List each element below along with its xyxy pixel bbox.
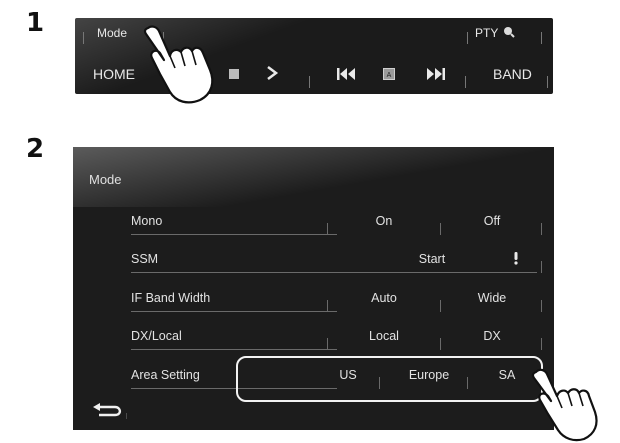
setting-label: IF Band Width: [131, 291, 211, 305]
next-icon[interactable]: [265, 65, 279, 81]
skip-back-icon[interactable]: [337, 68, 355, 80]
back-icon[interactable]: [91, 403, 127, 419]
option-auto[interactable]: Auto: [349, 291, 419, 305]
stop-icon[interactable]: [228, 68, 240, 80]
setting-label: DX/Local: [131, 329, 182, 343]
option-local[interactable]: Local: [349, 329, 419, 343]
area-setting-highlight: [236, 356, 543, 402]
setting-label: Mono: [131, 214, 163, 228]
option-off[interactable]: Off: [457, 214, 527, 228]
home-button[interactable]: HOME: [93, 66, 135, 82]
ssm-start-button[interactable]: Start: [407, 252, 457, 266]
setting-row-mono: Mono On Off: [117, 203, 542, 237]
step-number-2: 2: [26, 134, 45, 164]
search-icon: [504, 27, 516, 38]
page-title: Mode: [89, 172, 122, 187]
setting-label: SSM: [131, 252, 159, 266]
pty-label: PTY: [475, 26, 499, 40]
setting-row-ssm: SSM Start: [117, 241, 542, 275]
option-wide[interactable]: Wide: [457, 291, 527, 305]
info-icon: [514, 252, 518, 265]
skip-forward-icon[interactable]: [427, 68, 445, 80]
option-on[interactable]: On: [349, 214, 419, 228]
pty-search-button[interactable]: PTY: [475, 26, 516, 40]
hand-pointer-icon: [531, 368, 598, 442]
step-number-1: 1: [26, 8, 45, 38]
option-dx[interactable]: DX: [457, 329, 527, 343]
svg-text:A: A: [387, 72, 392, 79]
setting-label: Area Setting: [131, 368, 200, 382]
hand-pointer-icon: [143, 25, 214, 104]
band-button[interactable]: BAND: [493, 66, 532, 82]
setting-row-dx-local: DX/Local Local DX: [117, 318, 542, 352]
mode-button[interactable]: Mode: [97, 26, 127, 40]
text-icon[interactable]: A: [383, 68, 395, 80]
setting-row-if-band-width: IF Band Width Auto Wide: [117, 280, 542, 314]
